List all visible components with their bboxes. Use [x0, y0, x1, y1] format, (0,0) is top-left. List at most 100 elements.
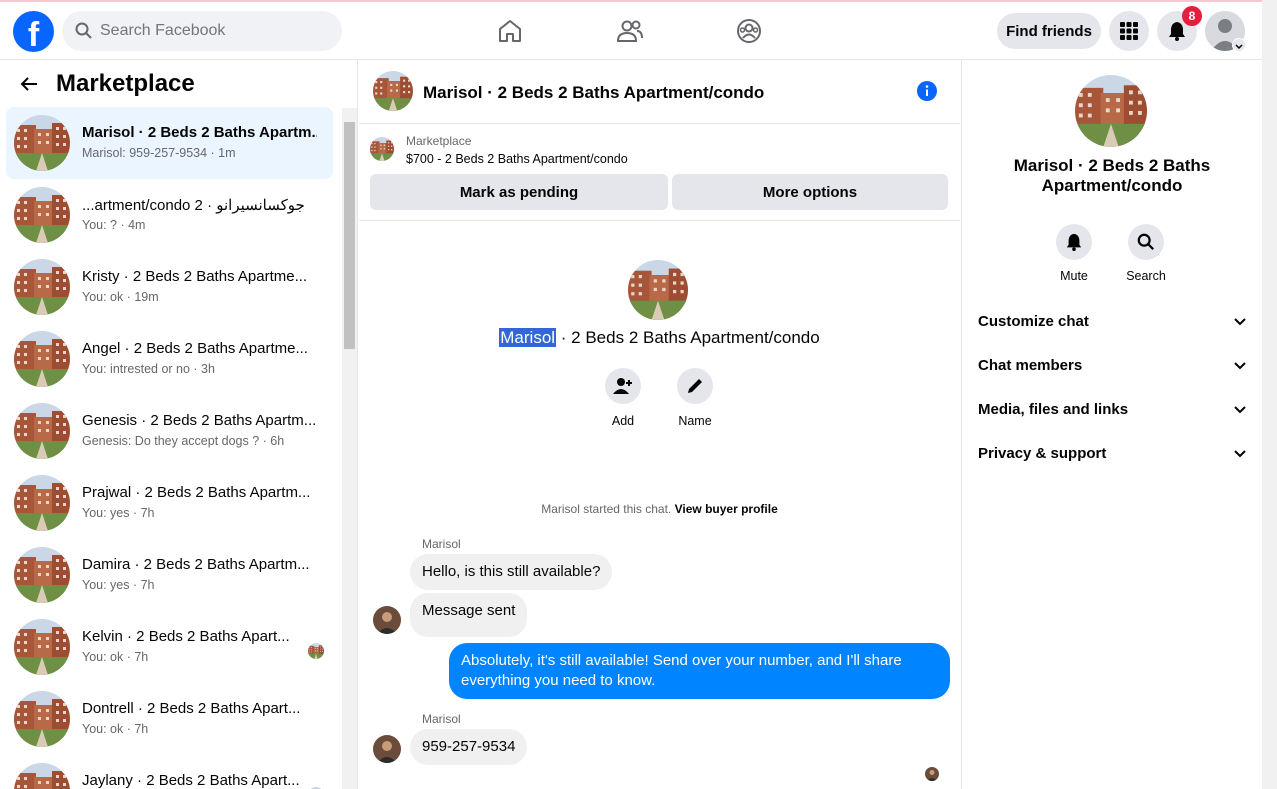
conversation-item[interactable]: Damira · 2 Beds 2 Baths Apartm... You: ye…: [6, 539, 333, 611]
conversation-preview: You: ok · 7h: [82, 650, 149, 664]
chat-header: Marisol · 2 Beds 2 Baths Apartment/condo: [359, 60, 960, 124]
outgoing-message-bubble[interactable]: Absolutely, it's still available! Send o…: [449, 643, 950, 699]
list-scrollbar-thumb[interactable]: [344, 122, 355, 349]
message-bubble[interactable]: Message sent: [410, 593, 528, 637]
add-action[interactable]: Add: [598, 368, 648, 428]
conversation-item[interactable]: ...artment/condo 2 · جوكسانسيرانو You: ? …: [6, 179, 333, 251]
home-icon[interactable]: [495, 16, 525, 46]
sender-name: Marisol: [422, 712, 461, 726]
conversation-preview: You: ok · 7h: [82, 722, 149, 736]
conversation-thumbnail: [14, 115, 70, 171]
friends-icon[interactable]: [615, 16, 645, 46]
account-caret[interactable]: [1232, 38, 1246, 52]
conversation-thumbnail: [14, 547, 70, 603]
conversation-item[interactable]: Kelvin · 2 Beds 2 Baths Apart... You: ok …: [6, 611, 333, 683]
section-label: Chat members: [978, 356, 1083, 374]
details-section-item[interactable]: Privacy & support: [978, 442, 1248, 464]
conversation-name: Prajwal · 2 Beds 2 Baths Apartm...: [82, 484, 311, 501]
sender-name: Marisol: [422, 537, 461, 551]
message-bubble[interactable]: Hello, is this still available?: [410, 554, 613, 590]
info-icon[interactable]: [917, 81, 937, 101]
conversation-preview: You: intrested or no · 3h: [82, 362, 215, 376]
bell-icon: [1169, 22, 1185, 41]
details-section-item[interactable]: Customize chat: [978, 310, 1248, 332]
conversation-name: Damira · 2 Beds 2 Baths Apartm...: [82, 556, 310, 573]
bell-icon: [1066, 233, 1082, 251]
message-bubble[interactable]: 959-257-9534: [410, 729, 528, 765]
more-options-button[interactable]: More options: [672, 174, 948, 210]
top-navigation-bar: f Find friends 8: [0, 2, 1262, 60]
conversation-name: Genesis · 2 Beds 2 Baths Apartm...: [82, 412, 317, 429]
mute-label: Mute: [1060, 269, 1088, 283]
search-icon: [75, 22, 92, 39]
conversation-thumbnail: [14, 475, 70, 531]
conversation-thumbnail: [14, 763, 70, 789]
mute-action[interactable]: Mute: [1044, 224, 1104, 283]
listing-thumbnail[interactable]: [370, 137, 394, 161]
chevron-down-icon: [1234, 318, 1246, 326]
search-box[interactable]: [62, 11, 342, 51]
conversation-name: Jaylany · 2 Beds 2 Baths Apart...: [82, 772, 300, 789]
name-label: Name: [678, 414, 712, 428]
sender-avatar[interactable]: [373, 606, 401, 634]
read-receipt-avatar: [308, 643, 324, 659]
listing-source: Marketplace: [406, 134, 472, 148]
conversation-item[interactable]: Jaylany · 2 Beds 2 Baths Apart...: [6, 755, 333, 789]
page-title: Marketplace: [56, 70, 195, 97]
conversation-thumbnail: [14, 259, 70, 315]
started-text: Marisol started this chat.: [541, 502, 672, 516]
chat-started-notice: Marisol started this chat. View buyer pr…: [359, 502, 960, 516]
search-label: Search: [1126, 269, 1166, 283]
pencil-icon: [688, 379, 702, 393]
conversation-item[interactable]: Marisol · 2 Beds 2 Baths Apartm... Mariso…: [6, 107, 333, 179]
details-section-item[interactable]: Chat members: [978, 354, 1248, 376]
add-label: Add: [611, 414, 635, 428]
menu-grid-icon: [1120, 22, 1138, 40]
details-thumbnail[interactable]: [1075, 75, 1147, 147]
listing-bar: Marketplace $700 - 2 Beds 2 Baths Apartm…: [359, 124, 960, 221]
conversation-item[interactable]: Kristy · 2 Beds 2 Baths Apartme... You: o…: [6, 251, 333, 323]
find-friends-button[interactable]: Find friends: [997, 13, 1101, 49]
intro-title-rest: · 2 Beds 2 Baths Apartment/condo: [556, 328, 820, 347]
details-title: Marisol · 2 Beds 2 Baths Apartment/condo: [1013, 156, 1211, 195]
chevron-down-icon: [1234, 406, 1246, 414]
chat-title[interactable]: Marisol · 2 Beds 2 Baths Apartment/condo: [423, 83, 764, 103]
conversation-item[interactable]: Angel · 2 Beds 2 Baths Apartme... You: in…: [6, 323, 333, 395]
sender-avatar[interactable]: [373, 735, 401, 763]
facebook-logo[interactable]: f: [13, 11, 54, 52]
chat-details-panel: Marisol · 2 Beds 2 Baths Apartment/condo…: [961, 60, 1262, 789]
back-arrow-icon[interactable]: [18, 73, 40, 95]
conversation-list-panel: Marketplace Marisol · 2 Beds 2 Baths Apa…: [0, 60, 358, 789]
mark-pending-button[interactable]: Mark as pending: [370, 174, 668, 210]
search-input[interactable]: [100, 22, 320, 40]
section-label: Customize chat: [978, 312, 1089, 330]
conversation-item[interactable]: Prajwal · 2 Beds 2 Baths Apartm... You: y…: [6, 467, 333, 539]
intro-thumbnail: [628, 260, 688, 320]
conversation-item[interactable]: Dontrell · 2 Beds 2 Baths Apart... You: o…: [6, 683, 333, 755]
section-label: Privacy & support: [978, 444, 1107, 462]
chat-panel: Marisol · 2 Beds 2 Baths Apartment/condo…: [359, 60, 960, 789]
listing-price[interactable]: $700 - 2 Beds 2 Baths Apartment/condo: [406, 152, 628, 166]
conversation-preview: You: ok · 19m: [82, 290, 159, 304]
conversation-name: Kristy · 2 Beds 2 Baths Apartme...: [82, 268, 308, 285]
view-buyer-profile-link[interactable]: View buyer profile: [675, 502, 778, 516]
groups-icon[interactable]: [734, 16, 764, 46]
conversation-name: Kelvin · 2 Beds 2 Baths Apart...: [82, 628, 290, 645]
name-action[interactable]: Name: [670, 368, 720, 428]
read-receipt-avatar: [925, 767, 939, 781]
search-action[interactable]: Search: [1116, 224, 1176, 283]
chevron-down-icon: [1234, 450, 1246, 458]
section-label: Media, files and links: [978, 400, 1129, 418]
conversation-name: Dontrell · 2 Beds 2 Baths Apart...: [82, 700, 301, 717]
page-scrollbar[interactable]: [1262, 0, 1277, 789]
chevron-down-icon: [1235, 44, 1243, 50]
chat-header-thumbnail[interactable]: [373, 71, 413, 111]
menu-button[interactable]: [1109, 11, 1149, 51]
conversation-thumbnail: [14, 619, 70, 675]
notification-badge: 8: [1182, 6, 1202, 26]
conversation-preview: You: yes · 7h: [82, 506, 155, 520]
conversation-item[interactable]: Genesis · 2 Beds 2 Baths Apartm... Genesi…: [6, 395, 333, 467]
panel-header: Marketplace: [18, 70, 195, 98]
search-icon: [1137, 233, 1154, 250]
details-section-item[interactable]: Media, files and links: [978, 398, 1248, 420]
